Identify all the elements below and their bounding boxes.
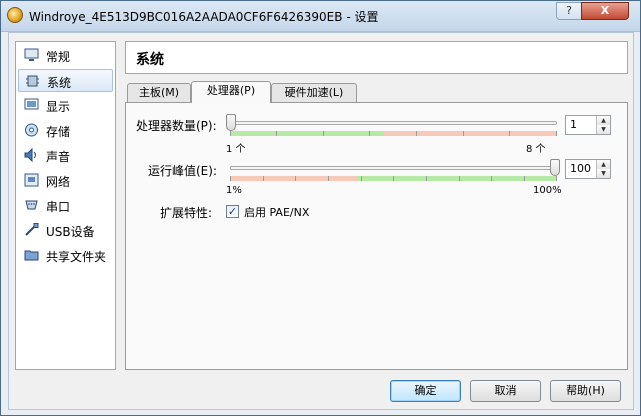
sidebar-item-label: USB设备 [46,225,95,239]
execution-cap-green-range [357,176,557,181]
cpu-tick [416,131,417,136]
cpu-count-value: 1 [570,118,577,131]
folder-icon [24,250,39,261]
chip-icon [26,75,39,87]
section-header: 系统 [125,41,628,74]
sidebar-item-label: 共享文件夹 [46,250,107,264]
sidebar-item-label: 网络 [46,175,71,189]
pae-nx-checkbox[interactable]: ✓ [226,205,239,218]
sidebar-item-label: 显示 [46,100,71,114]
cpu-count-slider-thumb[interactable] [226,114,236,131]
cap-tick [556,176,557,181]
execution-cap-red-range [230,176,357,181]
speaker-icon [24,148,36,162]
cpu-count-red-range [384,131,557,136]
sidebar-item-system[interactable]: 系统 [18,69,113,92]
serial-port-icon [25,200,38,210]
sidebar-item-label: 系统 [47,76,72,90]
page-title: 系统 [136,52,164,68]
cap-tick [328,176,329,181]
sidebar-item-usb[interactable]: USB设备 [18,219,113,242]
cap-tick [361,176,362,181]
cap-tick [459,176,460,181]
help-button[interactable]: 帮助(H) [550,380,621,402]
cpu-count-spinbox[interactable]: 1 ▲ ▼ [565,115,611,135]
tab-motherboard[interactable]: 主板(M) [127,83,191,102]
sidebar-item-audio[interactable]: 声音 [18,144,113,167]
cpu-tick [369,131,370,136]
extended-features-label: 扩展特性: [160,206,213,220]
display-icon [24,98,39,110]
execution-cap-value: 100 [570,162,591,175]
cap-tick [426,176,427,181]
app-icon [7,7,23,23]
sidebar-item-label: 存储 [46,125,71,139]
cap-tick [393,176,394,181]
cpu-count-down-button[interactable]: ▼ [597,125,610,134]
ok-button[interactable]: 确定 [390,380,461,402]
cpu-tick [276,131,277,136]
sidebar-item-label: 常规 [46,50,71,64]
tab-processor[interactable]: 处理器(P) [191,81,271,103]
execution-cap-label: 运行峰值(E): [148,164,217,178]
cancel-button[interactable]: 取消 [470,380,541,402]
sidebar-item-shared-folders[interactable]: 共享文件夹 [18,244,113,267]
cpu-tick [230,131,231,136]
cpu-tick [323,131,324,136]
processor-tab-panel: 处理器数量(P): 1 个 8 个 1 ▲ ▼ 运行峰值(E): 1% 100%… [125,102,628,370]
title-bar[interactable]: Windroye_4E513D9BC016A2AADA0CF6F6426390E… [1,1,640,32]
cap-max-label: 100% [533,185,562,196]
execution-cap-slider-thumb[interactable] [550,159,560,176]
cap-tick [263,176,264,181]
settings-window: Windroye_4E513D9BC016A2AADA0CF6F6426390E… [0,0,641,416]
execution-cap-slider-track[interactable] [230,166,557,170]
execution-cap-spinbox[interactable]: 100 ▲ ▼ [565,159,611,179]
execution-cap-down-button[interactable]: ▼ [597,169,610,178]
cpu-min-label: 1 个 [226,144,246,155]
sidebar-item-serial-ports[interactable]: 串口 [18,194,113,217]
window-title: Windroye_4E513D9BC016A2AADA0CF6F6426390E… [29,10,379,24]
dialog-body: 常规 系统 显示 存储 声音 网络 串口 USB设备 共享文件夹 系统 主板(M… [8,32,634,410]
tab-acceleration[interactable]: 硬件加速(L) [271,83,357,102]
cpu-count-green-range [230,131,384,136]
cpu-count-label: 处理器数量(P): [136,119,217,133]
cpu-tick [463,131,464,136]
cap-tick [230,176,231,181]
sidebar-item-storage[interactable]: 存储 [18,119,113,142]
sidebar-item-display[interactable]: 显示 [18,94,113,117]
monitor-icon [24,48,39,61]
sidebar-item-general[interactable]: 常规 [18,44,113,67]
help-window-button[interactable]: ? [556,2,582,20]
cap-tick [295,176,296,181]
cpu-count-slider-track[interactable] [230,121,557,125]
network-icon [24,173,39,187]
sidebar-item-label: 声音 [46,150,71,164]
cpu-tick [509,131,510,136]
settings-sidebar: 常规 系统 显示 存储 声音 网络 串口 USB设备 共享文件夹 [15,41,116,370]
sidebar-item-label: 串口 [46,200,71,214]
sidebar-item-network[interactable]: 网络 [18,169,113,192]
usb-icon [25,223,39,236]
cap-min-label: 1% [226,185,242,196]
pae-nx-label[interactable]: 启用 PAE/NX [244,204,309,220]
close-window-button[interactable]: X [581,2,629,20]
cpu-max-label: 8 个 [526,144,546,155]
disk-icon [25,123,38,137]
cpu-tick [556,131,557,136]
cap-tick [491,176,492,181]
cap-tick [524,176,525,181]
